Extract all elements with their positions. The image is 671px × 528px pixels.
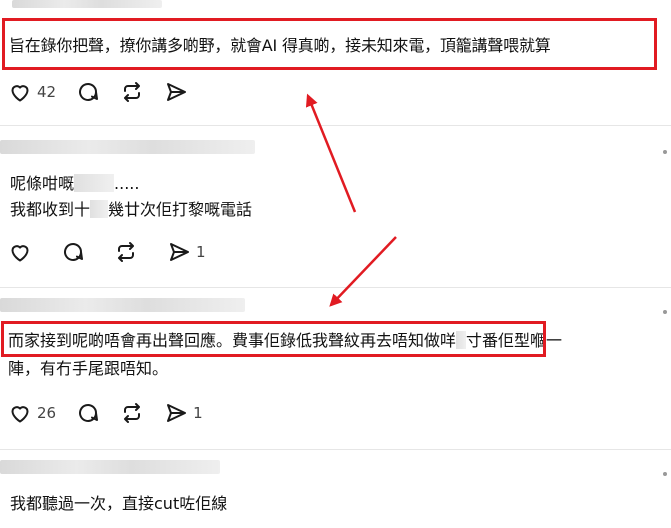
more-dots-icon[interactable]: [663, 472, 667, 476]
heart-icon: [11, 85, 29, 102]
like-button[interactable]: 42: [8, 80, 56, 104]
post-actions: 1: [8, 238, 226, 266]
reply-button[interactable]: [76, 401, 100, 425]
comment-icon: [79, 83, 99, 101]
heart-icon: [11, 245, 29, 262]
more-dots-icon[interactable]: [663, 310, 667, 314]
redacted-text: [90, 200, 109, 218]
post-text-line: 陣，有冇手尾跟唔知。: [8, 359, 169, 378]
post-actions: 26 1: [8, 399, 223, 427]
share-count: 1: [193, 404, 203, 422]
more-dots-icon[interactable]: [663, 150, 667, 154]
author-name-blurred: [0, 140, 255, 154]
post-4: 我都聽過一次，直接cut咗佢線: [0, 450, 671, 528]
repost-button[interactable]: [114, 240, 138, 264]
share-count: 1: [196, 243, 206, 261]
post-text: 我都聽過一次，直接cut咗佢線: [10, 494, 228, 513]
post-2: 呢條咁嘅..... 我都收到十 幾廿次佢打黎嘅電話 1: [0, 126, 671, 286]
share-button[interactable]: 1: [164, 401, 203, 425]
like-count: 42: [37, 83, 57, 101]
repost-icon: [118, 242, 134, 262]
post-3: 而家接到呢啲唔會再出聲回應。費事佢錄低我聲紋再去唔知做咩 寸番佢型嗰一 陣，有冇手…: [0, 288, 671, 448]
text-fragment: 我都收到十: [10, 200, 91, 219]
text-fragment: .....: [114, 174, 140, 193]
text-fragment: 呢條咁嘅: [10, 174, 75, 193]
like-button[interactable]: [8, 240, 32, 264]
share-button[interactable]: 1: [167, 240, 206, 264]
post-text-line: 我都收到十 幾廿次佢打黎嘅電話: [10, 198, 252, 222]
text-fragment: 幾廿次佢打黎嘅電話: [108, 200, 253, 219]
author-name-blurred: [12, 0, 162, 8]
repost-icon: [124, 403, 141, 423]
reply-button[interactable]: [61, 240, 85, 264]
comment-icon: [64, 243, 83, 261]
like-count: 26: [37, 404, 57, 422]
author-name-blurred: [0, 298, 245, 312]
repost-button[interactable]: [120, 80, 144, 104]
post-1: 旨在錄你把聲，撩你講多啲野，就會AI 得真啲，接未知來電，頂籠講聲喂就算 42: [0, 0, 671, 124]
post-actions: 42: [8, 78, 208, 106]
send-icon: [167, 404, 187, 422]
highlight-box: [1, 321, 546, 357]
share-button[interactable]: [164, 80, 188, 104]
author-name-blurred: [0, 460, 220, 474]
post-text-line: 呢條咁嘅.....: [10, 172, 139, 196]
comment-icon: [79, 404, 99, 422]
like-button[interactable]: 26: [8, 401, 56, 425]
repost-icon: [124, 82, 141, 102]
highlight-box: [2, 18, 657, 70]
send-icon: [170, 243, 189, 261]
repost-button[interactable]: [120, 401, 144, 425]
send-icon: [167, 83, 187, 101]
redacted-text: [74, 174, 115, 192]
heart-icon: [11, 406, 29, 423]
reply-button[interactable]: [76, 80, 100, 104]
